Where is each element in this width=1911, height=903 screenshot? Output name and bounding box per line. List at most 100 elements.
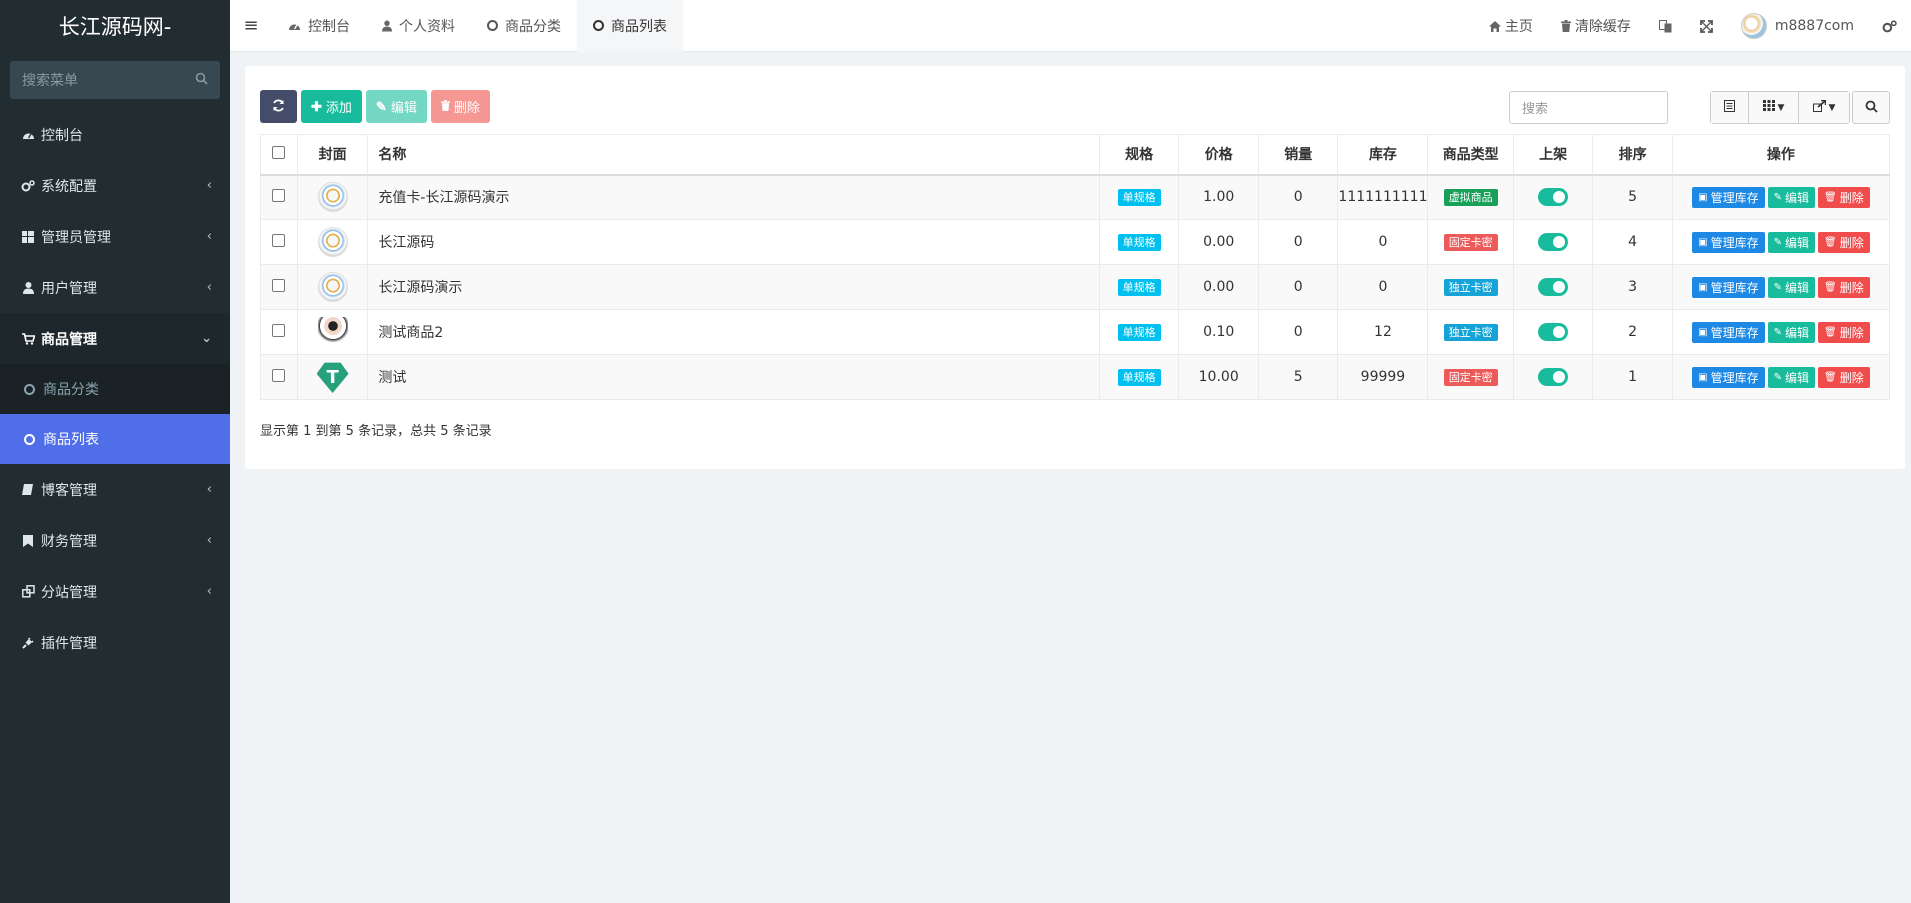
product-name: 充值卡-长江源码演示 [367,174,1100,220]
price-cell: 0.00 [1178,264,1260,310]
menu-toggle-icon[interactable]: ≡ [230,0,272,52]
manage-stock-button[interactable]: ▣ 管理库存 [1692,321,1765,343]
row-checkbox[interactable] [272,233,286,247]
row-checkbox[interactable] [272,368,286,382]
toggle-card-view-button[interactable] [1711,92,1749,123]
sort-cell: 3 [1592,264,1673,310]
status-cell [1513,264,1594,310]
sidebar-item-label: 系统配置 [41,178,97,195]
column-header[interactable]: 价格 [1178,134,1260,176]
menu-search-input[interactable]: 搜索菜单 [22,70,78,90]
row-edit-button[interactable]: ✎ 编辑 [1767,276,1815,298]
column-header[interactable]: 销量 [1258,134,1339,176]
ops-cell: ▣ 管理库存 ✎ 编辑 🗑 删除 [1672,174,1891,220]
sidebar-item-finance[interactable]: 财务管理 ‹ [0,515,230,566]
product-cover-image[interactable] [317,272,348,302]
tab-product-category[interactable]: 商品分类 [471,0,577,52]
column-header[interactable]: 封面 [297,134,369,176]
manage-stock-button[interactable]: ▣ 管理库存 [1692,186,1765,208]
sidebar-item-product-list[interactable]: 商品列表 [0,414,230,464]
product-name: 长江源码演示 [367,264,1100,310]
listing-toggle[interactable] [1538,278,1569,296]
row-delete-button[interactable]: 🗑 删除 [1817,321,1870,343]
manage-stock-button[interactable]: ▣ 管理库存 [1692,366,1765,388]
row-edit-button[interactable]: ✎ 编辑 [1767,231,1815,253]
advanced-search-button[interactable] [1852,91,1890,124]
row-checkbox[interactable] [272,278,286,292]
type-badge: 固定卡密 [1443,233,1498,251]
stock-cell: 0 [1337,264,1429,310]
row-checkbox[interactable] [272,323,286,337]
column-header[interactable]: 库存 [1337,134,1429,176]
spec-cell: 单规格 [1099,219,1180,265]
column-header[interactable]: 规格 [1099,134,1180,176]
row-edit-button[interactable]: ✎ 编辑 [1767,366,1815,388]
search-icon[interactable] [195,72,208,89]
row-edit-button[interactable]: ✎ 编辑 [1767,186,1815,208]
add-button[interactable]: ✚ 添加 [301,90,362,123]
tab-dashboard[interactable]: 控制台 [272,0,366,52]
sidebar-item-plugins[interactable]: 插件管理 [0,617,230,668]
edit-button[interactable]: ✎ 编辑 [365,90,427,123]
fullscreen-icon[interactable] [1686,19,1727,33]
tab-profile[interactable]: 个人资料 [366,0,471,52]
sidebar-item-products[interactable]: 商品管理 ⌄ [0,313,230,364]
settings-gears-icon[interactable] [1868,19,1911,33]
brand-logo[interactable]: 长江源码网- [0,0,230,52]
spec-badge: 单规格 [1117,278,1161,296]
bookmark-icon [18,534,38,547]
manage-stock-button[interactable]: ▣ 管理库存 [1692,276,1765,298]
row-delete-button[interactable]: 🗑 删除 [1817,231,1870,253]
row-delete-button[interactable]: 🗑 删除 [1817,366,1870,388]
clear-cache-button[interactable]: 清除缓存 [1547,16,1645,36]
sidebar-item-system-config[interactable]: 系统配置 ‹ [0,160,230,211]
column-header[interactable]: 商品类型 [1427,134,1514,176]
manage-stock-label: 管理库存 [1710,235,1759,250]
spec-cell: 单规格 [1099,309,1180,355]
translate-icon[interactable] [1645,19,1686,33]
edit-label: 编辑 [390,100,417,115]
row-edit-button[interactable]: ✎ 编辑 [1767,321,1815,343]
user-menu[interactable]: m8887com [1727,13,1868,39]
column-header[interactable]: 操作 [1672,134,1891,176]
sidebar-item-users[interactable]: 用户管理 ‹ [0,262,230,313]
chevron-left-icon: ‹ [206,229,212,244]
column-header[interactable]: 上架 [1513,134,1594,176]
manage-stock-label: 管理库存 [1710,370,1759,385]
product-cover-image[interactable] [317,227,348,257]
sidebar-item-blog[interactable]: 博客管理 ‹ [0,464,230,515]
row-edit-label: 编辑 [1784,280,1809,295]
refresh-icon [272,99,285,115]
row-checkbox[interactable] [272,188,286,202]
columns-dropdown-button[interactable]: ▼ [1749,92,1799,123]
sidebar-item-substation[interactable]: 分站管理 ‹ [0,566,230,617]
delete-button[interactable]: 删除 [430,90,490,123]
table-search-input[interactable]: 搜索 [1509,91,1668,124]
row-delete-button[interactable]: 🗑 删除 [1817,276,1870,298]
sidebar-item-admin[interactable]: 管理员管理 ‹ [0,211,230,262]
manage-stock-button[interactable]: ▣ 管理库存 [1692,231,1765,253]
home-link[interactable]: 主页 [1475,16,1547,36]
sidebar-item-dashboard[interactable]: 控制台 [0,109,230,160]
product-table: 封面 名称 规格 价格 销量 库存 商品类型 上架 排序 操作 充值卡-长江源码… [260,134,1891,400]
listing-toggle[interactable] [1538,323,1569,341]
book-icon [18,484,38,495]
tab-product-list[interactable]: 商品列表 [577,0,683,52]
select-all-checkbox[interactable] [272,145,286,159]
trash-icon: 🗑 [1823,281,1837,293]
product-cover-image[interactable] [317,317,348,347]
listing-toggle[interactable] [1538,188,1569,207]
refresh-button[interactable] [260,90,297,123]
column-header[interactable]: 名称 [367,134,1100,176]
stock-cell: 99999 [1337,354,1429,400]
product-cover-image[interactable] [317,182,348,213]
listing-toggle[interactable] [1538,233,1569,251]
export-dropdown-button[interactable]: ▼ [1799,92,1849,123]
listing-toggle[interactable] [1538,368,1569,386]
tether-logo-icon[interactable]: T [316,362,349,393]
sidebar-item-product-category[interactable]: 商品分类 [0,364,230,414]
trash-icon: 🗑 [1823,371,1837,383]
row-delete-button[interactable]: 🗑 删除 [1817,186,1870,208]
menu-search[interactable]: 搜索菜单 [10,61,220,99]
column-header[interactable]: 排序 [1592,134,1673,176]
